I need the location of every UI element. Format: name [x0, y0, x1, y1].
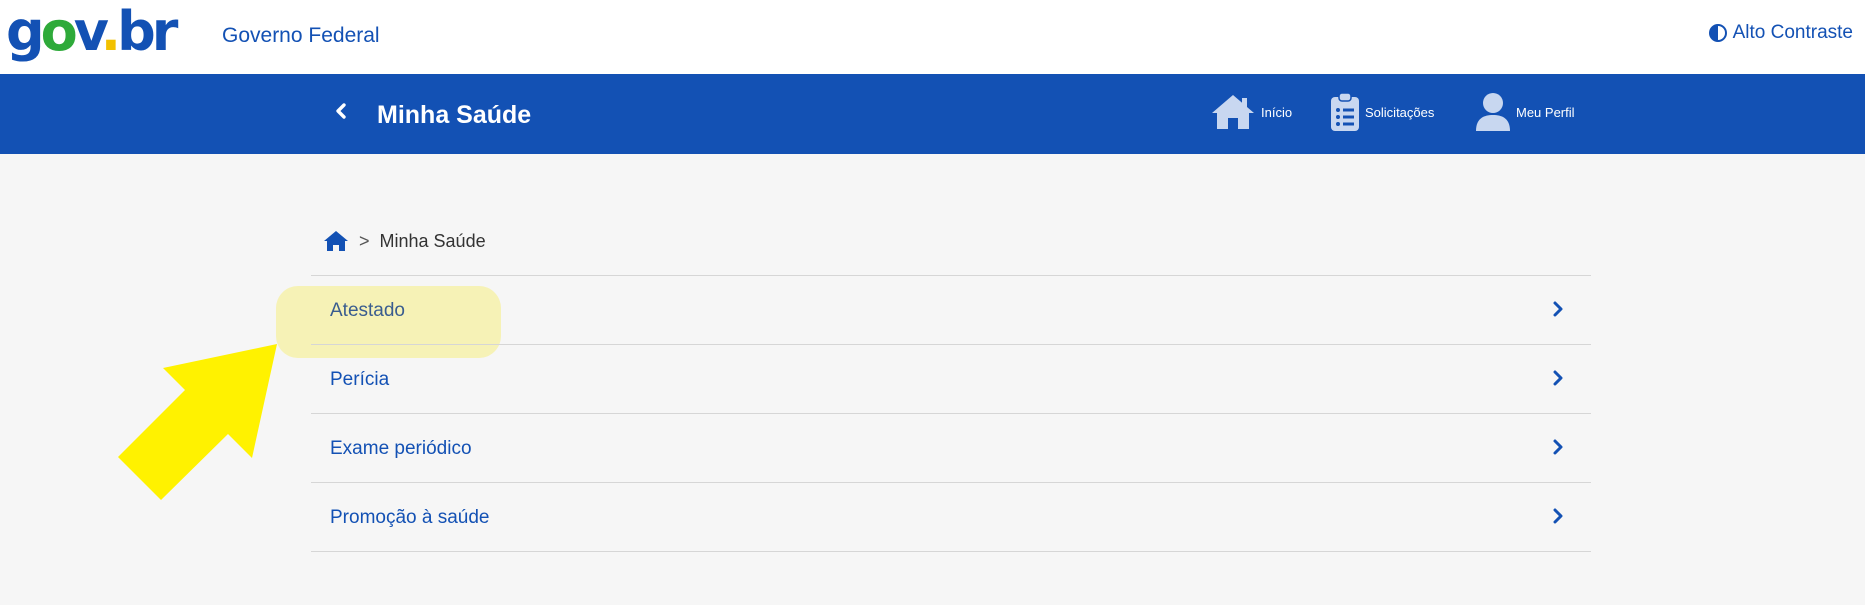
- governo-federal-label: Governo Federal: [222, 24, 380, 47]
- high-contrast-label: Alto Contraste: [1732, 22, 1853, 43]
- chevron-right-icon: [1553, 370, 1563, 386]
- menu-item-label: Perícia: [330, 369, 390, 390]
- back-chevron-icon[interactable]: [334, 100, 356, 124]
- chevron-right-icon: [1553, 508, 1563, 524]
- chevron-left-icon: [336, 103, 346, 119]
- breadcrumb-separator: >: [359, 230, 370, 251]
- nav-meu-perfil-label: Meu Perfil: [1516, 104, 1575, 120]
- menu-item-pericia[interactable]: Perícia: [311, 345, 1591, 413]
- nav-meu-perfil[interactable]: Meu Perfil: [1475, 92, 1575, 132]
- menu-item-exame-periodico[interactable]: Exame periódico: [311, 414, 1591, 482]
- nav-solicitacoes-label: Solicitações: [1365, 104, 1435, 120]
- home-icon[interactable]: [323, 230, 349, 252]
- menu-item-label: Atestado: [330, 300, 405, 321]
- breadcrumb-current: Minha Saúde: [379, 230, 486, 251]
- pointer-arrow-icon: [118, 344, 277, 500]
- top-header: gov.br Governo Federal Alto Contraste: [0, 0, 1865, 74]
- nav-solicitacoes[interactable]: Solicitações: [1330, 92, 1434, 132]
- menu-item-atestado[interactable]: Atestado: [311, 276, 1591, 344]
- page-title: Minha Saúde: [377, 101, 532, 129]
- menu-item-promocao-saude[interactable]: Promoção à saúde: [311, 483, 1591, 551]
- divider: [311, 551, 1591, 552]
- chevron-right-icon: [1553, 439, 1563, 455]
- clipboard-list-icon: [1331, 92, 1359, 131]
- service-header: Minha Saúde Início Solicitações Meu Perf…: [0, 74, 1865, 154]
- breadcrumb: > Minha Saúde: [323, 230, 486, 252]
- nav-inicio-label: Início: [1261, 104, 1293, 120]
- house-icon: [1212, 95, 1254, 129]
- contrast-icon: [1708, 24, 1727, 42]
- menu-item-label: Promoção à saúde: [330, 507, 490, 528]
- high-contrast-toggle[interactable]: Alto Contraste: [1708, 22, 1853, 44]
- chevron-right-icon: [1553, 301, 1563, 317]
- gov-br-logo[interactable]: gov.br: [6, 2, 178, 62]
- user-icon: [1476, 93, 1510, 131]
- nav-inicio[interactable]: Início: [1210, 92, 1292, 132]
- menu-item-label: Exame periódico: [330, 438, 472, 459]
